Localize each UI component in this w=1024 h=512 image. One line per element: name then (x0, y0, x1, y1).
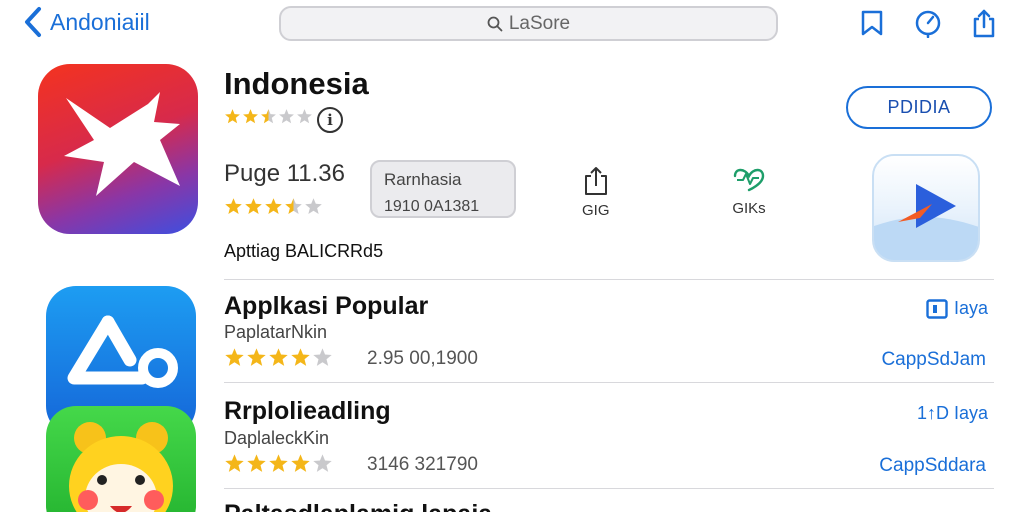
star-icon (225, 198, 242, 215)
star-icon (247, 454, 266, 472)
search-icon (487, 16, 503, 31)
star-icon (305, 198, 322, 215)
star-icon (265, 198, 282, 215)
chevron-left-icon (25, 7, 41, 37)
bookmark-icon[interactable] (857, 8, 887, 38)
app-size: Iaya (926, 298, 988, 319)
star-icon (291, 348, 310, 366)
app-action-link[interactable]: CappSddara (879, 455, 986, 477)
device-icon (926, 298, 948, 319)
star-icon (297, 109, 312, 124)
star-icon (243, 109, 258, 124)
featured-app-icon[interactable] (38, 64, 198, 234)
app-name[interactable]: Applkasi Popular (224, 292, 428, 321)
compass-icon[interactable] (913, 8, 943, 38)
health-stat: GIKs (731, 166, 767, 217)
star-icon (313, 348, 332, 366)
app-developer: PaplatarNkin (224, 322, 328, 342)
app-bear-icon[interactable] (46, 406, 196, 512)
size-stat: GIG (582, 166, 610, 219)
app-rating-count: 2.95 00,1900 (367, 348, 478, 369)
play-app-icon[interactable] (872, 154, 980, 262)
health-stat-label: GIKs (732, 200, 766, 217)
divider (224, 488, 994, 489)
info-icon[interactable]: i (317, 107, 343, 133)
featured-app-title: Indonesia (224, 66, 369, 101)
back-button[interactable]: Andoniaiil (24, 6, 150, 38)
divider (224, 382, 994, 383)
app-name[interactable]: Paltasdlaplamig lapaia (224, 500, 492, 512)
rating-stars (224, 197, 323, 216)
size-stat-label: GIG (582, 202, 610, 219)
star-icon (269, 348, 288, 366)
app-size-label: 1↑D Iaya (916, 403, 988, 423)
divider (224, 279, 994, 280)
app-developer: DaplaleckKin (224, 428, 330, 448)
age-rating-value: 1910 0A1381 (384, 198, 480, 215)
app-name[interactable]: Rrplolieadling (224, 397, 391, 426)
get-button[interactable]: PDIDIA (846, 86, 992, 129)
price-label: Puge 11.36 (224, 160, 345, 187)
star-icon (225, 454, 244, 472)
star-icon (261, 109, 276, 124)
star-icon (245, 198, 262, 215)
star-icon (291, 454, 310, 472)
star-icon (313, 454, 332, 472)
download-icon (584, 167, 607, 195)
app-star-rating (224, 453, 333, 474)
star-icon (247, 348, 266, 366)
app-rating-count: 3146 321790 (367, 454, 478, 475)
featured-star-rating (224, 108, 313, 125)
star-icon (225, 348, 244, 366)
age-rating-box[interactable]: Rarnhasia 1910 0A1381 (370, 160, 516, 218)
share-icon[interactable] (969, 8, 999, 38)
search-text: LaSore (508, 12, 571, 34)
app-action-link[interactable]: CappSdJam (881, 349, 986, 371)
heart-icon (733, 168, 765, 192)
star-icon (285, 198, 302, 215)
star-icon (279, 109, 294, 124)
section-label: Apttiag BALICRRd5 (224, 241, 384, 261)
age-rating-label: Rarnhasia (384, 170, 462, 189)
app-star-rating (224, 347, 333, 368)
star-icon (225, 109, 240, 124)
app-size: 1↑D Iaya (917, 403, 988, 424)
search-field[interactable]: LaSore (279, 6, 778, 41)
back-label: Andoniaiil (50, 8, 150, 35)
star-icon (269, 454, 288, 472)
app-size-label: Iaya (953, 298, 988, 318)
